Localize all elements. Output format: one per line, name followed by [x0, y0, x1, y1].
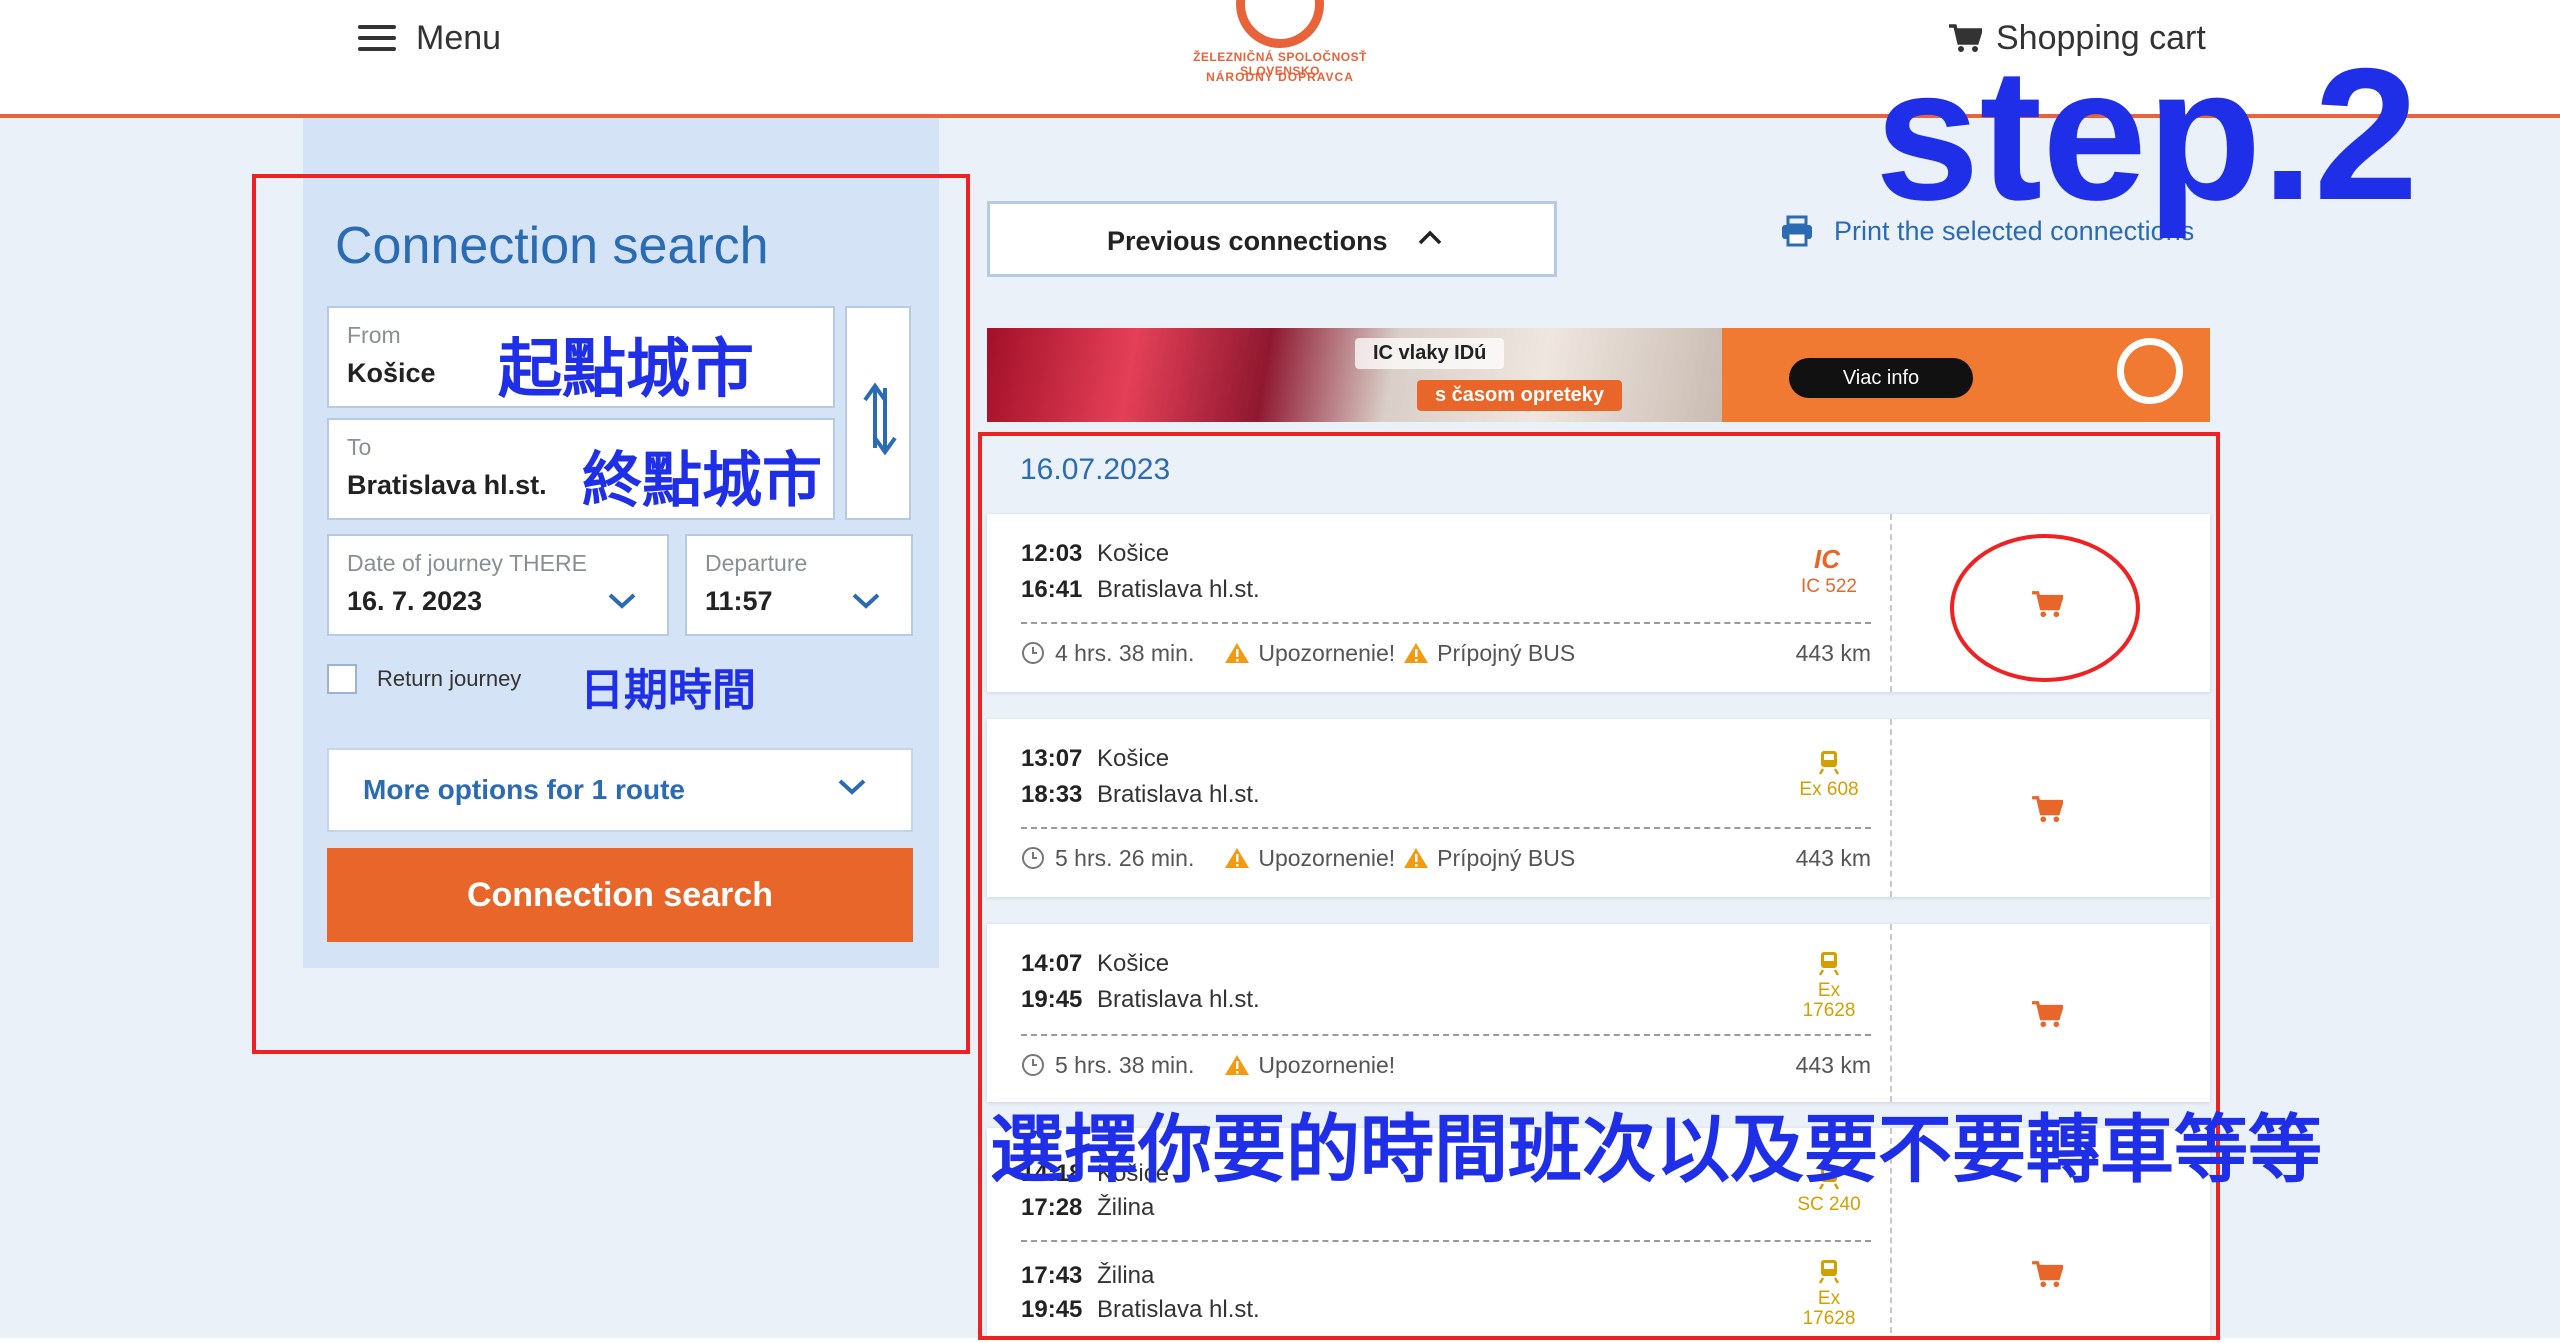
- annotation-step: step.2: [1875, 29, 2419, 239]
- logo-mark: [1236, 0, 1324, 48]
- annotation-from-note: 起點城市: [498, 333, 754, 407]
- hamburger-icon: [358, 25, 396, 51]
- menu-label: Menu: [416, 18, 502, 57]
- promo-banner[interactable]: IC vlaky IDú s časom opreteky Viac info: [987, 328, 2210, 422]
- banner-more-info-button[interactable]: Viac info: [1789, 358, 1973, 398]
- annotation-box-search: [252, 174, 970, 1054]
- banner-text-2: s časom opreteky: [1417, 380, 1622, 411]
- logo-text-line2: NÁRODNÝ DOPRAVCA: [1206, 70, 1354, 84]
- zssk-logo[interactable]: ŽELEZNIČNÁ SPOLOČNOSŤ SLOVENSKO NÁRODNÝ …: [1180, 0, 1400, 100]
- chevron-up-icon: [1418, 230, 1442, 245]
- menu-button[interactable]: Menu: [358, 18, 501, 58]
- annotation-to-note: 終點城市: [582, 446, 822, 516]
- annotation-date-note: 日期時間: [580, 665, 756, 716]
- previous-connections-button[interactable]: Previous connections: [987, 201, 1557, 277]
- banner-logo-icon: [2117, 338, 2183, 404]
- printer-icon: [1782, 215, 1812, 247]
- annotation-select-note: 選擇你要的時間班次以及要不要轉車等等: [990, 1107, 2322, 1193]
- banner-text-1: IC vlaky IDú: [1355, 338, 1505, 369]
- previous-connections-label: Previous connections: [1107, 226, 1388, 256]
- annotation-cart-circle: [1950, 534, 2140, 682]
